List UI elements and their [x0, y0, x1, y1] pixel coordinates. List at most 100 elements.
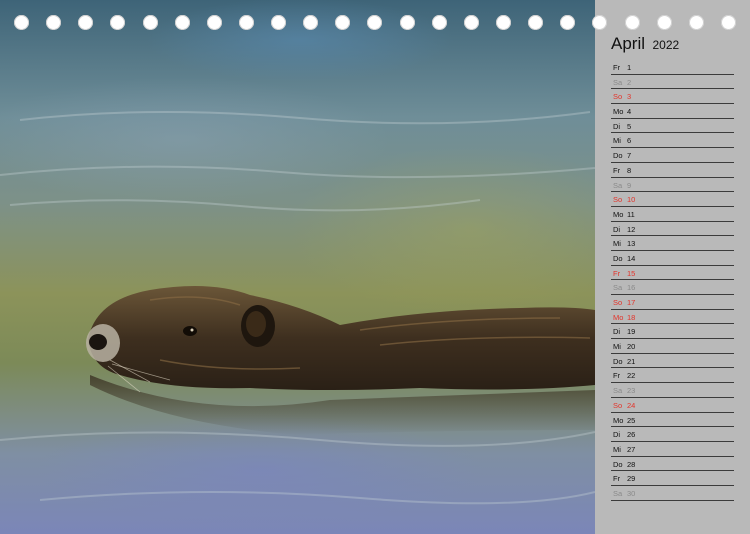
- binding-hole: [657, 15, 672, 30]
- day-row: So 17: [611, 295, 734, 310]
- day-number: 9: [627, 180, 632, 190]
- binding-hole: [721, 15, 736, 30]
- weekday-label: Fr: [613, 268, 621, 278]
- weekday-label: Mi: [613, 136, 621, 146]
- weekday-label: Mo: [613, 209, 624, 219]
- weekday-label: Fr: [613, 165, 621, 175]
- day-row: So 10: [611, 192, 734, 207]
- day-row: Fr 15: [611, 266, 734, 281]
- weekday-label: Sa: [613, 488, 623, 498]
- weekday-label: Mo: [613, 415, 624, 425]
- binding-hole: [592, 15, 607, 30]
- day-number: 29: [627, 474, 636, 484]
- binding-hole: [367, 15, 382, 30]
- weekday-label: So: [613, 400, 623, 410]
- binding-hole: [271, 15, 286, 30]
- weekday-label: Mi: [613, 342, 621, 352]
- day-number: 10: [627, 195, 636, 205]
- day-row: Do 7: [611, 148, 734, 163]
- day-number: 19: [627, 327, 636, 337]
- day-row: Sa 23: [611, 383, 734, 398]
- binding-hole: [560, 15, 575, 30]
- day-number: 8: [627, 165, 632, 175]
- day-number: 17: [627, 298, 636, 307]
- day-row: Di 19: [611, 324, 734, 340]
- spiral-binding: [0, 14, 750, 32]
- day-number: 14: [627, 253, 636, 263]
- binding-hole: [432, 15, 447, 30]
- nutria-illustration: [0, 110, 595, 505]
- day-number: 23: [627, 386, 636, 396]
- nutria-photo: [0, 0, 595, 534]
- day-number: 28: [627, 459, 636, 469]
- weekday-label: Di: [613, 430, 621, 440]
- binding-hole: [464, 15, 479, 30]
- binding-hole: [528, 15, 543, 30]
- weekday-label: Mo: [613, 312, 624, 322]
- binding-hole: [239, 15, 254, 30]
- day-number: 4: [627, 107, 632, 117]
- day-row: Mo 18: [611, 310, 734, 325]
- binding-hole: [14, 15, 29, 30]
- day-number: 12: [627, 224, 636, 234]
- binding-hole: [496, 15, 511, 30]
- day-number: 13: [627, 239, 636, 249]
- month-year: 2022: [652, 38, 680, 52]
- day-row: So 24: [611, 398, 734, 413]
- weekday-label: Do: [613, 356, 623, 366]
- binding-hole: [175, 15, 190, 30]
- day-row: Di 5: [611, 119, 734, 134]
- day-number: 20: [627, 342, 636, 352]
- weekday-label: Do: [613, 253, 623, 263]
- day-number: 24: [627, 400, 636, 410]
- day-row: Mo 4: [611, 104, 734, 119]
- binding-hole: [400, 15, 415, 30]
- weekday-label: Fr: [613, 474, 621, 484]
- weekday-label: Do: [613, 151, 623, 161]
- day-number: 15: [627, 268, 636, 278]
- binding-hole: [303, 15, 318, 30]
- binding-hole: [78, 15, 93, 30]
- weekday-label: Fr: [613, 371, 621, 381]
- weekday-label: Mo: [613, 107, 624, 117]
- day-row: Di 26: [611, 427, 734, 442]
- weekday-label: Do: [613, 459, 623, 469]
- day-row: Fr 29: [611, 471, 734, 486]
- binding-hole: [689, 15, 704, 30]
- day-row: Sa 16: [611, 280, 734, 295]
- day-row: Sa 9: [611, 178, 734, 193]
- day-number: 7: [627, 151, 632, 161]
- day-row: Mi 27: [611, 442, 734, 457]
- weekday-label: Di: [613, 121, 621, 131]
- weekday-label: Fr: [613, 63, 621, 72]
- day-number: 30: [627, 488, 636, 498]
- day-row: Do 28: [611, 457, 734, 472]
- day-number: 18: [627, 312, 636, 322]
- weekday-label: Di: [613, 224, 621, 234]
- binding-hole: [335, 15, 350, 30]
- weekday-label: Sa: [613, 386, 623, 396]
- day-number: 27: [627, 444, 636, 454]
- day-number: 2: [627, 77, 632, 87]
- day-number: 26: [627, 430, 636, 440]
- day-list: Fr 1 Sa 2 So 3 Mo 4 Di 5 Mi 6 Do 7 Fr 8 Sa 9 So 10 Mo 11 Di 12 M…: [611, 60, 734, 501]
- day-number: 3: [627, 92, 632, 102]
- weekday-label: Sa: [613, 283, 623, 293]
- day-number: 11: [627, 209, 635, 219]
- day-row: Mi 6: [611, 133, 734, 149]
- binding-hole: [625, 15, 640, 30]
- day-number: 25: [627, 415, 636, 425]
- day-row: Di 12: [611, 222, 734, 237]
- month-header: April 2022: [611, 34, 679, 54]
- binding-hole: [46, 15, 61, 30]
- weekday-label: Sa: [613, 77, 623, 87]
- day-row: So 3: [611, 89, 734, 105]
- weekday-label: Di: [613, 327, 621, 337]
- day-row: Fr 22: [611, 368, 734, 384]
- weekday-label: So: [613, 92, 623, 102]
- day-number: 22: [627, 371, 636, 381]
- day-row: Do 21: [611, 354, 734, 369]
- weekday-label: Mi: [613, 239, 621, 249]
- binding-hole: [110, 15, 125, 30]
- day-number: 1: [627, 63, 632, 72]
